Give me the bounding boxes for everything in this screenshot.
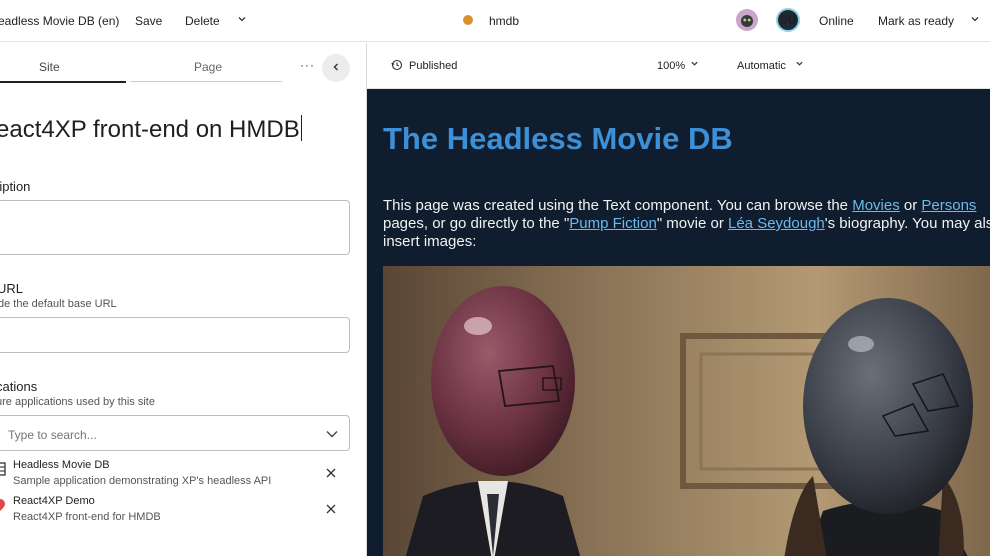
collaborator-avatar: [736, 9, 758, 31]
list-item: Headless Movie DB Sample application dem…: [0, 459, 354, 493]
application-icon: [0, 498, 6, 512]
chevron-down-icon[interactable]: [325, 427, 339, 445]
list-item: React4XP Demo React4XP front-end for HMD…: [0, 495, 354, 529]
base-url-input[interactable]: [0, 317, 350, 353]
preview-text-component: This page was created using the Text com…: [383, 197, 990, 251]
applications-help: ure applications used by this site: [0, 396, 155, 408]
more-tabs-icon[interactable]: ···: [300, 58, 315, 72]
display-name-text: eact4XP front-end on HMDB: [0, 116, 300, 143]
delete-button[interactable]: Delete: [185, 14, 220, 28]
description-label: ription: [0, 179, 31, 194]
device-select[interactable]: Automatic: [737, 60, 786, 72]
page-preview[interactable]: The Headless Movie DB This page was crea…: [367, 89, 990, 556]
user-avatar[interactable]: SU: [776, 8, 800, 32]
tab-divider: [130, 81, 282, 82]
chevron-left-icon: [331, 59, 341, 77]
base-url-label: URL: [0, 281, 24, 296]
more-actions-chevron-down-icon[interactable]: [237, 13, 247, 27]
online-status: Online: [819, 14, 854, 28]
description-input[interactable]: [0, 200, 350, 255]
save-button[interactable]: Save: [135, 14, 162, 28]
workflow-chevron-down-icon[interactable]: [970, 13, 980, 27]
preview-text: or: [899, 197, 922, 214]
display-name-input[interactable]: eact4XP front-end on HMDB: [0, 115, 302, 144]
movies-link[interactable]: Movies: [852, 197, 900, 214]
device-chevron-down-icon[interactable]: [795, 59, 804, 71]
history-icon[interactable]: [391, 59, 403, 74]
tab-active-indicator: [0, 81, 126, 83]
application-selector[interactable]: [0, 415, 350, 451]
preview-heading: The Headless Movie DB: [383, 121, 733, 156]
tab-site[interactable]: Site: [39, 60, 60, 74]
application-search-input[interactable]: [8, 428, 308, 442]
content-form-panel: Site Page ··· eact4XP front-end on HMDB …: [0, 43, 366, 556]
application-description: React4XP front-end for HMDB: [13, 511, 161, 523]
application-description: Sample application demonstrating XP's he…: [13, 475, 272, 487]
publish-status[interactable]: Published: [409, 60, 457, 72]
preview-text: " movie or: [656, 215, 728, 232]
warning-icon: [463, 15, 473, 25]
mark-as-ready-button[interactable]: Mark as ready: [878, 14, 954, 28]
zoom-chevron-down-icon[interactable]: [690, 59, 699, 71]
pump-fiction-link[interactable]: Pump Fiction: [569, 215, 657, 232]
text-caret: [300, 115, 302, 141]
applications-label: cations: [0, 379, 38, 394]
preview-text: pages, or go directly to the ": [383, 215, 570, 232]
preview-toolbar: Published 100% Automatic: [367, 43, 990, 89]
base-url-help: de the default base URL: [0, 298, 117, 310]
remove-application-close-icon[interactable]: [326, 465, 336, 483]
preview-text: This page was created using the Text com…: [383, 197, 853, 214]
application-name: React4XP Demo: [13, 495, 95, 507]
collapse-panel-button[interactable]: [322, 54, 350, 82]
panel-tabs: Site Page ···: [0, 43, 366, 83]
application-name: Headless Movie DB: [13, 459, 110, 471]
zoom-select[interactable]: 100%: [657, 60, 685, 72]
content-title: eadless Movie DB (en): [0, 14, 120, 28]
balloon-heads-image: [383, 266, 990, 556]
lea-seydough-link[interactable]: Léa Seydough: [728, 215, 825, 232]
tab-page[interactable]: Page: [194, 60, 222, 74]
application-icon: [0, 462, 6, 476]
top-toolbar: eadless Movie DB (en) Save Delete hmdb S…: [0, 0, 990, 42]
project-name[interactable]: hmdb: [489, 14, 519, 28]
remove-application-close-icon[interactable]: [326, 501, 336, 519]
persons-link[interactable]: Persons: [921, 197, 976, 214]
